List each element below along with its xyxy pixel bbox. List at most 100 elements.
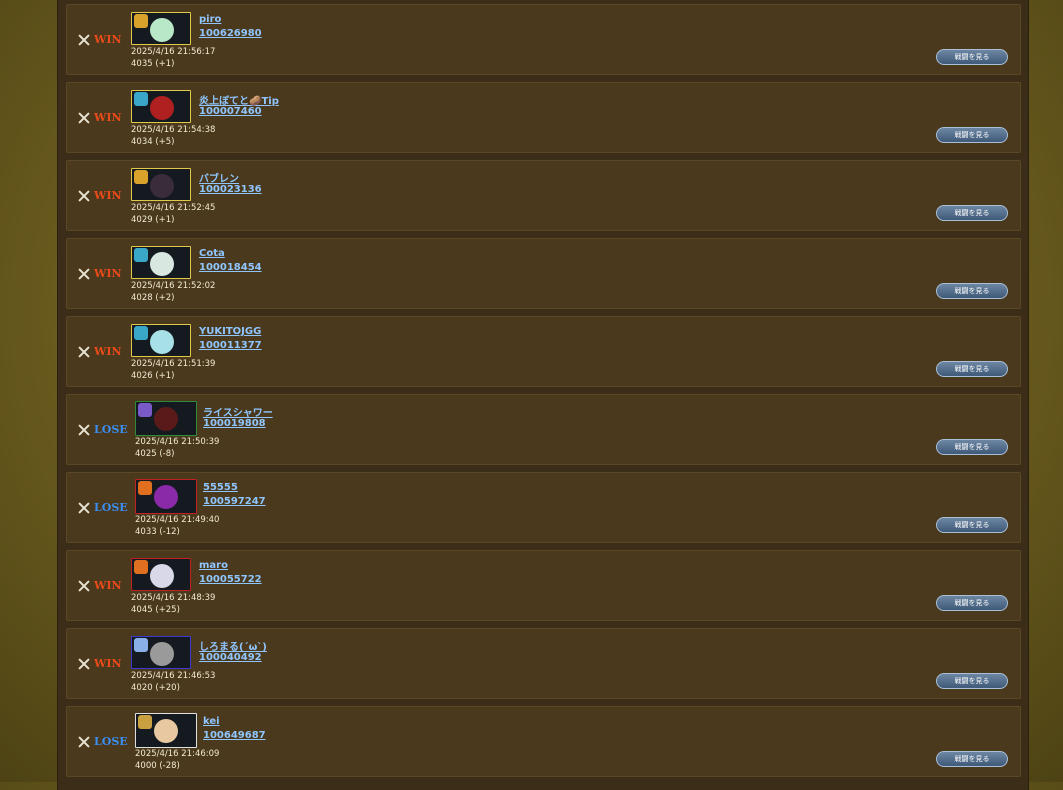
player-avatar[interactable] (131, 90, 191, 123)
player-avatar[interactable] (131, 324, 191, 357)
player-avatar[interactable] (135, 713, 197, 748)
battle-row: WIN 炎上ぼてと🥔Tip 100007460 2025/4/16 21:54:38 4… (66, 82, 1021, 153)
rating-change: 4020 (+20) (131, 683, 180, 693)
rank-badge-icon (138, 715, 152, 729)
player-name-link[interactable]: しろまる(ˊωˋ) (199, 638, 267, 653)
battle-row: WIN YUKITOJGG 100011377 2025/4/16 21:51:39 4… (66, 316, 1021, 387)
view-battle-button[interactable]: 戦闘を見る (936, 49, 1008, 65)
rating-change: 4034 (+5) (131, 137, 175, 147)
battle-timestamp: 2025/4/16 21:46:53 (131, 671, 216, 681)
character-portrait (154, 485, 178, 509)
rating-change: 4029 (+1) (131, 215, 175, 225)
view-battle-button[interactable]: 戦闘を見る (936, 751, 1008, 767)
battle-timestamp: 2025/4/16 21:52:45 (131, 203, 216, 213)
result-indicator: WIN (78, 189, 122, 202)
player-id-link[interactable]: 100597247 (203, 496, 266, 507)
crossed-swords-icon (78, 34, 90, 46)
result-label: WIN (94, 345, 122, 358)
view-battle-button[interactable]: 戦闘を見る (936, 205, 1008, 221)
player-id-link[interactable]: 100018454 (199, 262, 262, 273)
player-name-link[interactable]: 55555 (203, 482, 238, 493)
player-id-link[interactable]: 100023136 (199, 184, 262, 195)
crossed-swords-icon (78, 112, 90, 124)
result-label: LOSE (94, 501, 128, 514)
rating-change: 4025 (-8) (135, 449, 175, 459)
battle-row: WIN しろまる(ˊωˋ) 100040492 2025/4/16 21:46:53 4… (66, 628, 1021, 699)
battle-history-panel: WIN piro 100626980 2025/4/16 21:56:17 4035 (… (57, 0, 1029, 790)
result-indicator: LOSE (78, 501, 128, 514)
view-battle-button[interactable]: 戦闘を見る (936, 439, 1008, 455)
battle-row: WIN Cota 100018454 2025/4/16 21:52:02 4028 (… (66, 238, 1021, 309)
result-indicator: WIN (78, 345, 122, 358)
view-battle-button[interactable]: 戦闘を見る (936, 127, 1008, 143)
result-indicator: LOSE (78, 423, 128, 436)
crossed-swords-icon (78, 346, 90, 358)
player-name-link[interactable]: バブレン (199, 170, 239, 185)
player-id-link[interactable]: 100011377 (199, 340, 262, 351)
player-avatar[interactable] (131, 558, 191, 591)
battle-row: WIN piro 100626980 2025/4/16 21:56:17 4035 (… (66, 4, 1021, 75)
result-label: WIN (94, 111, 122, 124)
result-label: WIN (94, 33, 122, 46)
player-id-link[interactable]: 100019808 (203, 418, 266, 429)
rank-badge-icon (138, 403, 152, 417)
player-avatar[interactable] (135, 401, 197, 436)
player-name-link[interactable]: kei (203, 716, 220, 727)
player-id-link[interactable]: 100626980 (199, 28, 262, 39)
player-avatar[interactable] (131, 246, 191, 279)
character-portrait (154, 407, 178, 431)
view-battle-button[interactable]: 戦闘を見る (936, 517, 1008, 533)
result-indicator: WIN (78, 579, 122, 592)
view-battle-button[interactable]: 戦闘を見る (936, 595, 1008, 611)
result-label: WIN (94, 579, 122, 592)
battle-timestamp: 2025/4/16 21:52:02 (131, 281, 216, 291)
view-battle-button[interactable]: 戦闘を見る (936, 673, 1008, 689)
result-label: LOSE (94, 423, 128, 436)
crossed-swords-icon (78, 268, 90, 280)
rank-badge-icon (134, 170, 148, 184)
battle-timestamp: 2025/4/16 21:56:17 (131, 47, 216, 57)
player-avatar[interactable] (131, 12, 191, 45)
player-name-link[interactable]: YUKITOJGG (199, 326, 261, 337)
result-label: LOSE (94, 735, 128, 748)
rank-badge-icon (134, 248, 148, 262)
player-name-link[interactable]: 炎上ぼてと🥔Tip (199, 92, 279, 107)
player-id-link[interactable]: 100055722 (199, 574, 262, 585)
battle-row: LOSE ライスシャワー 100019808 2025/4/16 21:50:39 40… (66, 394, 1021, 465)
character-portrait (150, 330, 174, 354)
character-portrait (150, 18, 174, 42)
battle-row: LOSE kei 100649687 2025/4/16 21:46:09 4000 (… (66, 706, 1021, 777)
crossed-swords-icon (78, 502, 90, 514)
player-name-link[interactable]: Cota (199, 248, 225, 259)
battle-row: WIN バブレン 100023136 2025/4/16 21:52:45 4029 (… (66, 160, 1021, 231)
crossed-swords-icon (78, 190, 90, 202)
character-portrait (150, 96, 174, 120)
player-avatar[interactable] (135, 479, 197, 514)
player-id-link[interactable]: 100040492 (199, 652, 262, 663)
result-label: WIN (94, 657, 122, 670)
rank-badge-icon (134, 638, 148, 652)
battle-timestamp: 2025/4/16 21:51:39 (131, 359, 216, 369)
crossed-swords-icon (78, 736, 90, 748)
player-avatar[interactable] (131, 636, 191, 669)
player-avatar[interactable] (131, 168, 191, 201)
battle-timestamp: 2025/4/16 21:46:09 (135, 749, 220, 759)
player-name-link[interactable]: maro (199, 560, 228, 571)
crossed-swords-icon (78, 580, 90, 592)
player-name-link[interactable]: ライスシャワー (203, 404, 273, 419)
result-indicator: WIN (78, 111, 122, 124)
player-id-link[interactable]: 100649687 (203, 730, 266, 741)
battle-row: WIN maro 100055722 2025/4/16 21:48:39 4045 (… (66, 550, 1021, 621)
rating-change: 4028 (+2) (131, 293, 175, 303)
player-id-link[interactable]: 100007460 (199, 106, 262, 117)
player-name-link[interactable]: piro (199, 14, 221, 25)
character-portrait (154, 719, 178, 743)
rating-change: 4026 (+1) (131, 371, 175, 381)
rank-badge-icon (134, 92, 148, 106)
character-portrait (150, 564, 174, 588)
view-battle-button[interactable]: 戦闘を見る (936, 361, 1008, 377)
crossed-swords-icon (78, 658, 90, 670)
battle-timestamp: 2025/4/16 21:50:39 (135, 437, 220, 447)
rating-change: 4000 (-28) (135, 761, 180, 771)
view-battle-button[interactable]: 戦闘を見る (936, 283, 1008, 299)
